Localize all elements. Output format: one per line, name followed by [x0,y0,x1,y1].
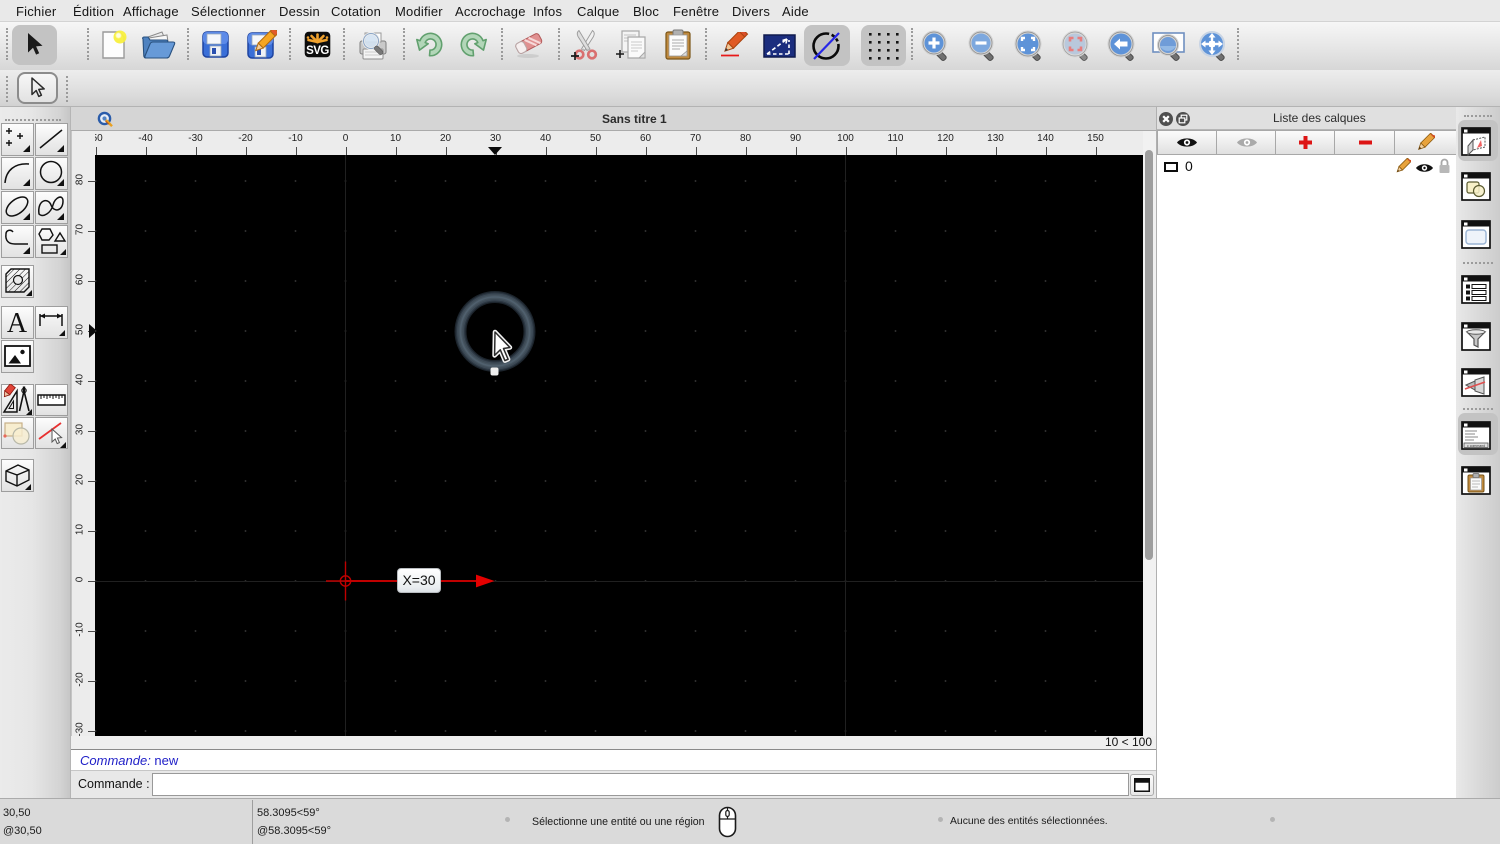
svg-text:A: A [7,308,28,339]
svg-text:c command: c command [1467,444,1485,448]
svg-text:SVG: SVG [306,45,329,57]
